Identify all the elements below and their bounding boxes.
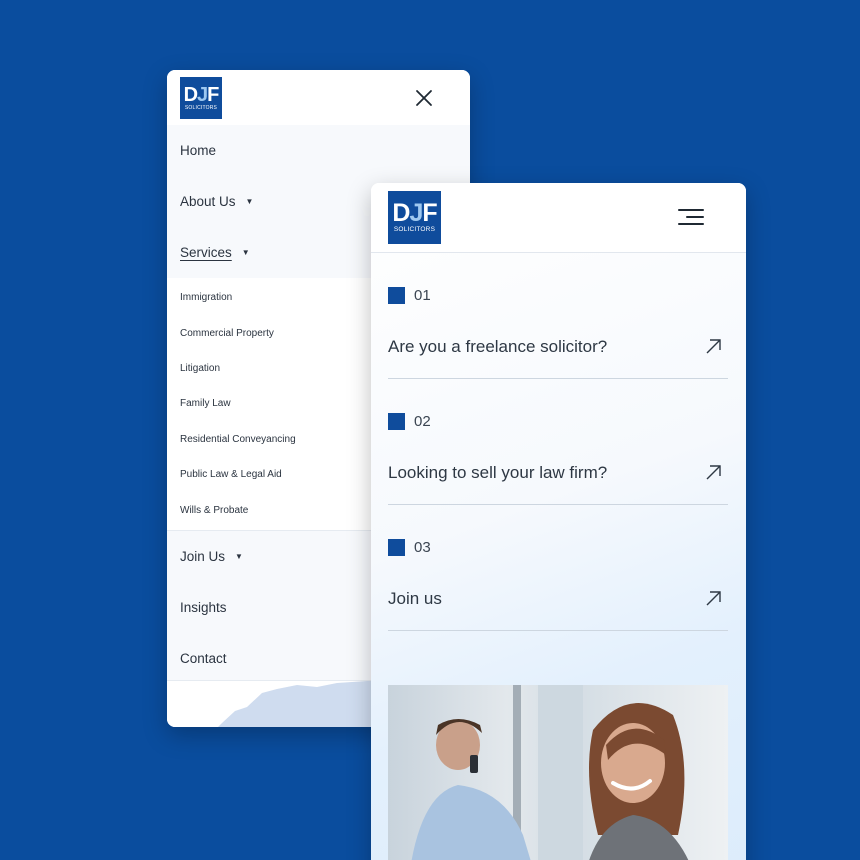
nav-label: Services bbox=[180, 245, 232, 260]
nav-label: Join Us bbox=[180, 548, 226, 564]
square-bullet-icon bbox=[388, 287, 405, 304]
caret-down-icon: ▼ bbox=[245, 197, 254, 206]
arrow-up-right-icon bbox=[706, 591, 721, 606]
hamburger-line bbox=[686, 216, 704, 218]
close-menu-button[interactable] bbox=[414, 88, 434, 108]
page-header: DJF SOLICITORS bbox=[371, 183, 746, 253]
nav-label: About Us bbox=[180, 194, 236, 209]
arrow-up-right-icon bbox=[706, 339, 721, 354]
nav-item-home[interactable]: Home bbox=[167, 125, 470, 176]
home-page-panel: DJF SOLICITORS 01 Are you a freelance so… bbox=[371, 183, 746, 860]
cta-number: 01 bbox=[414, 287, 431, 304]
team-photo bbox=[388, 685, 728, 860]
hamburger-line bbox=[678, 223, 704, 225]
cta-title: Are you a freelance solicitor? bbox=[388, 337, 608, 356]
logo-subtitle: SOLICITORS bbox=[184, 105, 218, 111]
nav-label: Insights bbox=[180, 599, 227, 615]
cta-title: Looking to sell your law firm? bbox=[388, 463, 608, 482]
djf-logo[interactable]: DJF SOLICITORS bbox=[388, 191, 441, 244]
nav-label: Home bbox=[180, 143, 217, 158]
hamburger-line bbox=[678, 209, 704, 211]
hamburger-menu-button[interactable] bbox=[676, 209, 704, 225]
logo-mark: DJF bbox=[183, 84, 220, 106]
cta-freelance-solicitor[interactable]: 01 Are you a freelance solicitor? bbox=[388, 253, 728, 379]
office-people-illustration bbox=[411, 685, 689, 860]
square-bullet-icon bbox=[388, 539, 405, 556]
cta-number: 02 bbox=[414, 413, 431, 430]
cta-sell-law-firm[interactable]: 02 Looking to sell your law firm? bbox=[388, 379, 728, 505]
square-bullet-icon bbox=[388, 413, 405, 430]
cta-number-row: 02 bbox=[388, 413, 431, 430]
cta-number: 03 bbox=[414, 539, 431, 556]
nav-label: Contact bbox=[180, 650, 227, 666]
caret-down-icon: ▼ bbox=[241, 248, 250, 257]
arrow-up-right-icon bbox=[706, 465, 721, 480]
cta-join-us[interactable]: 03 Join us bbox=[388, 505, 728, 631]
caret-down-icon: ▼ bbox=[235, 551, 243, 561]
logo-mark: DJF bbox=[392, 199, 437, 228]
cta-number-row: 03 bbox=[388, 539, 431, 556]
close-icon bbox=[416, 90, 432, 106]
menu-header: DJF SOLICITORS bbox=[167, 70, 470, 125]
cta-number-row: 01 bbox=[388, 287, 431, 304]
djf-logo[interactable]: DJF SOLICITORS bbox=[180, 77, 222, 119]
cta-title: Join us bbox=[388, 589, 442, 608]
logo-subtitle: SOLICITORS bbox=[393, 226, 436, 234]
cta-list: 01 Are you a freelance solicitor? 02 Loo… bbox=[388, 253, 728, 631]
